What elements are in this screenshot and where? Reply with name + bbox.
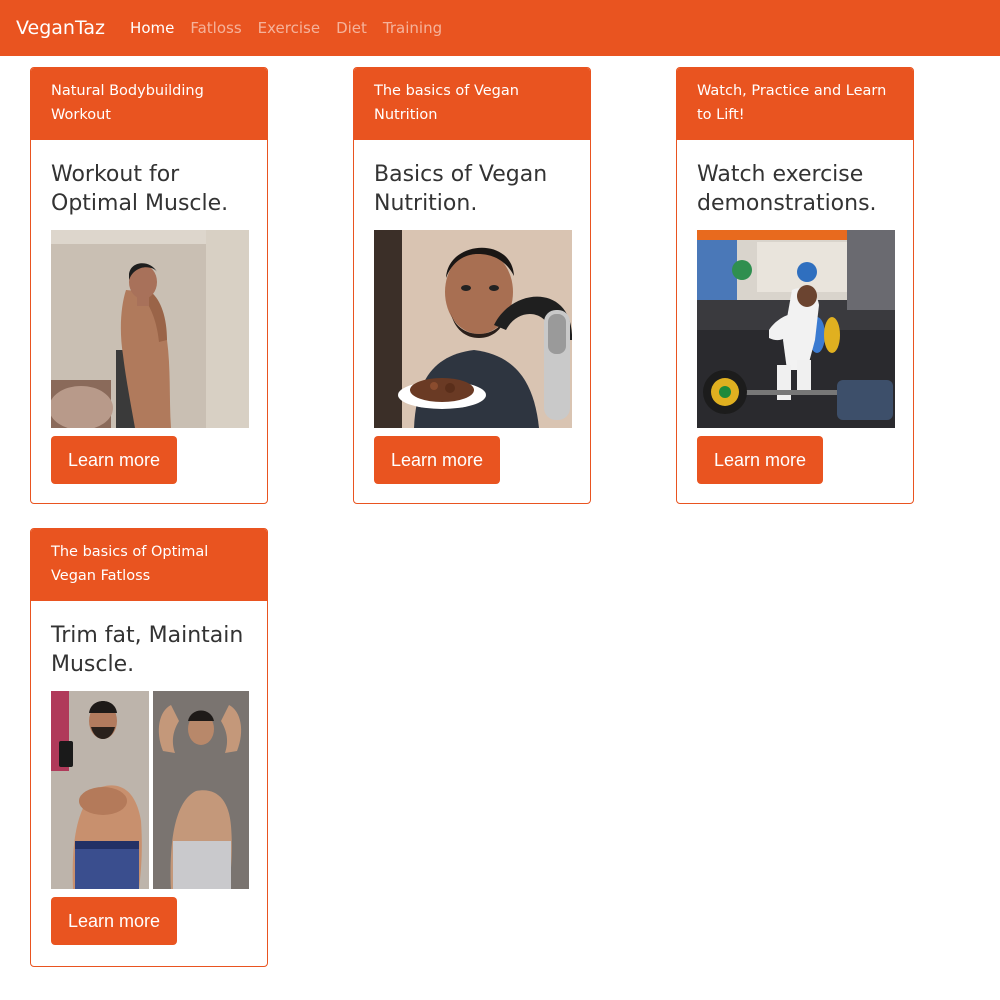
side-profile-physique-photo: [51, 230, 249, 428]
card-body: Basics of Vegan Nutrition. Learn more: [354, 140, 590, 503]
card-workout: Natural Bodybuilding Workout Workout for…: [30, 67, 268, 504]
card-title: Watch exercise demonstrations.: [697, 162, 877, 216]
nav-link-training[interactable]: Training: [383, 19, 442, 37]
card-header: The basics of Vegan Nutrition: [354, 68, 590, 140]
card-nutrition: The basics of Vegan Nutrition Basics of …: [353, 67, 591, 504]
nav-link-fatloss[interactable]: Fatloss: [190, 19, 241, 37]
learn-more-button[interactable]: Learn more: [51, 436, 178, 484]
card-title: Trim fat, Maintain Muscle.: [51, 623, 244, 677]
card-body: Trim fat, Maintain Muscle. Learn more: [31, 601, 267, 965]
card-body: Workout for Optimal Muscle. Learn more: [31, 140, 267, 503]
card-header: Watch, Practice and Learn to Lift!: [677, 68, 913, 140]
learn-more-button[interactable]: Learn more: [51, 897, 178, 945]
card-header: Natural Bodybuilding Workout: [31, 68, 267, 140]
top-navbar: VeganTaz Home Fatloss Exercise Diet Trai…: [0, 0, 1000, 56]
nav-links: Home Fatloss Exercise Diet Training: [130, 19, 458, 37]
learn-more-button[interactable]: Learn more: [697, 436, 824, 484]
nav-link-exercise[interactable]: Exercise: [258, 19, 320, 37]
gym-deadlift-photo: [697, 230, 895, 428]
before-after-fatloss-photo: [51, 691, 249, 889]
brand-link[interactable]: VeganTaz: [16, 17, 105, 39]
nav-link-diet[interactable]: Diet: [336, 19, 367, 37]
card-fatloss: The basics of Optimal Vegan Fatloss Trim…: [30, 528, 268, 967]
nav-link-home[interactable]: Home: [130, 19, 174, 37]
card-title: Basics of Vegan Nutrition.: [374, 162, 548, 216]
learn-more-button[interactable]: Learn more: [374, 436, 501, 484]
card-exercise: Watch, Practice and Learn to Lift! Watch…: [676, 67, 914, 504]
man-with-food-and-microphone-photo: [374, 230, 572, 428]
card-title: Workout for Optimal Muscle.: [51, 162, 229, 216]
card-header: The basics of Optimal Vegan Fatloss: [31, 529, 267, 601]
card-body: Watch exercise demonstrations. Learn mor…: [677, 140, 913, 503]
